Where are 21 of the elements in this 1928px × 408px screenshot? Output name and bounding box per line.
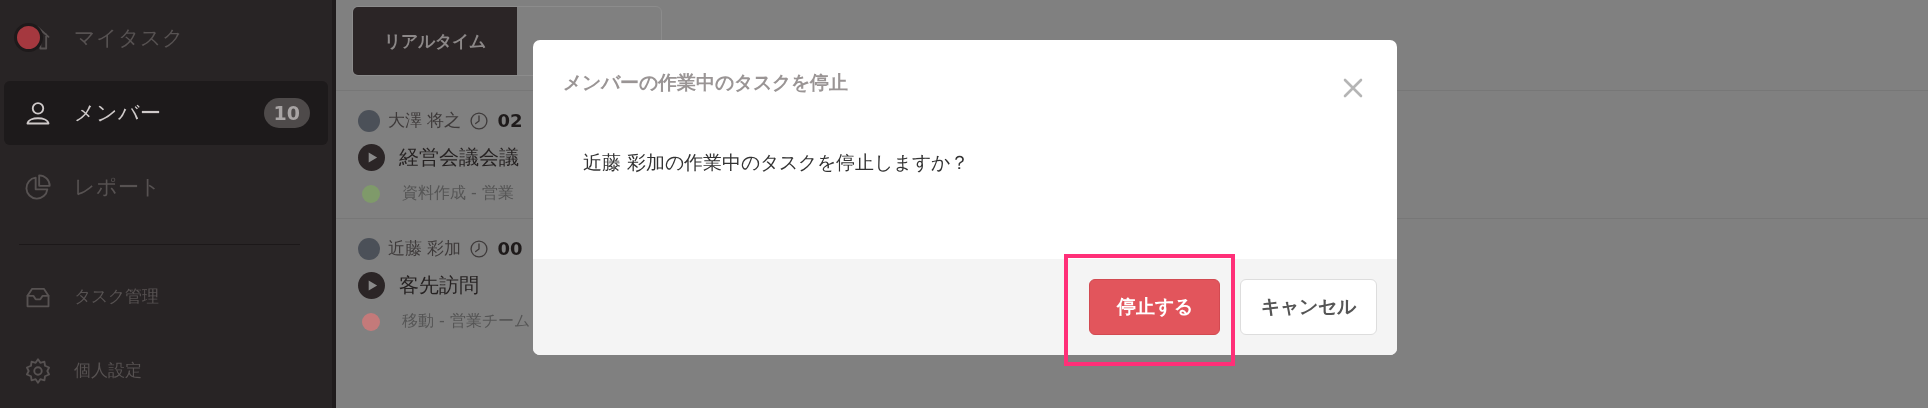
avatar bbox=[358, 237, 380, 260]
task-title: 客先訪問 bbox=[399, 272, 479, 299]
pie-chart-icon bbox=[24, 173, 52, 202]
clock-icon bbox=[469, 238, 490, 259]
task-title: 経営会議会議 bbox=[399, 144, 519, 171]
dialog-message: 近藤 彩加の作業中のタスクを停止しますか？ bbox=[582, 150, 971, 175]
member-name: 大澤 将之 bbox=[388, 109, 462, 132]
count-badge: 10 bbox=[263, 97, 310, 128]
avatar bbox=[358, 109, 380, 132]
elapsed-time: 02 bbox=[497, 110, 523, 131]
member-name: 近藤 彩加 bbox=[388, 237, 462, 260]
settings-icon bbox=[24, 356, 52, 385]
clock-icon bbox=[469, 110, 490, 131]
stop-button[interactable]: 停止する bbox=[1089, 279, 1220, 335]
tab[interactable]: リアルタイム bbox=[353, 7, 517, 75]
elapsed-time: 00 bbox=[497, 238, 523, 259]
cancel-button[interactable]: キャンセル bbox=[1240, 279, 1377, 335]
play-icon[interactable] bbox=[358, 144, 385, 171]
play-icon[interactable] bbox=[358, 272, 385, 299]
dialog-title: メンバーの作業中のタスクを停止 bbox=[563, 70, 848, 95]
sidebar-item[interactable]: メンバー 10 bbox=[4, 80, 328, 145]
